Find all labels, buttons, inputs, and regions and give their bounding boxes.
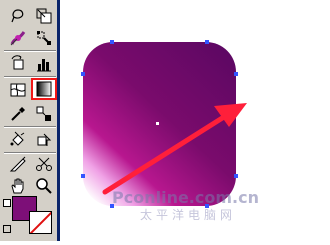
stroke-color-swatch[interactable] [29, 211, 52, 234]
tools-panel [0, 0, 60, 241]
watermark-text: Pconline.com.cn [112, 188, 259, 207]
slice-icon[interactable] [6, 154, 30, 174]
hand-icon[interactable] [6, 176, 30, 196]
mesh-icon[interactable] [6, 28, 30, 48]
swap-colors-icon[interactable] [3, 225, 11, 233]
graph-icon[interactable] [32, 54, 56, 74]
scissors-icon[interactable] [32, 154, 56, 174]
default-colors-icon[interactable] [3, 199, 11, 207]
eyedropper-icon[interactable] [6, 104, 30, 124]
blend-icon[interactable] [32, 104, 56, 124]
scale-icon[interactable] [32, 6, 56, 26]
zoom-icon[interactable] [32, 176, 56, 196]
lasso-icon[interactable] [6, 6, 30, 26]
gradient-icon[interactable] [31, 78, 57, 100]
subselect-icon[interactable] [32, 28, 56, 48]
watermark-text-cn: 太平洋电脑网 [140, 208, 237, 222]
gradient-mesh-icon[interactable] [6, 80, 30, 100]
transform-icon[interactable] [32, 130, 56, 150]
rotate-icon[interactable] [6, 54, 30, 74]
paint-bucket-icon[interactable] [6, 130, 30, 150]
